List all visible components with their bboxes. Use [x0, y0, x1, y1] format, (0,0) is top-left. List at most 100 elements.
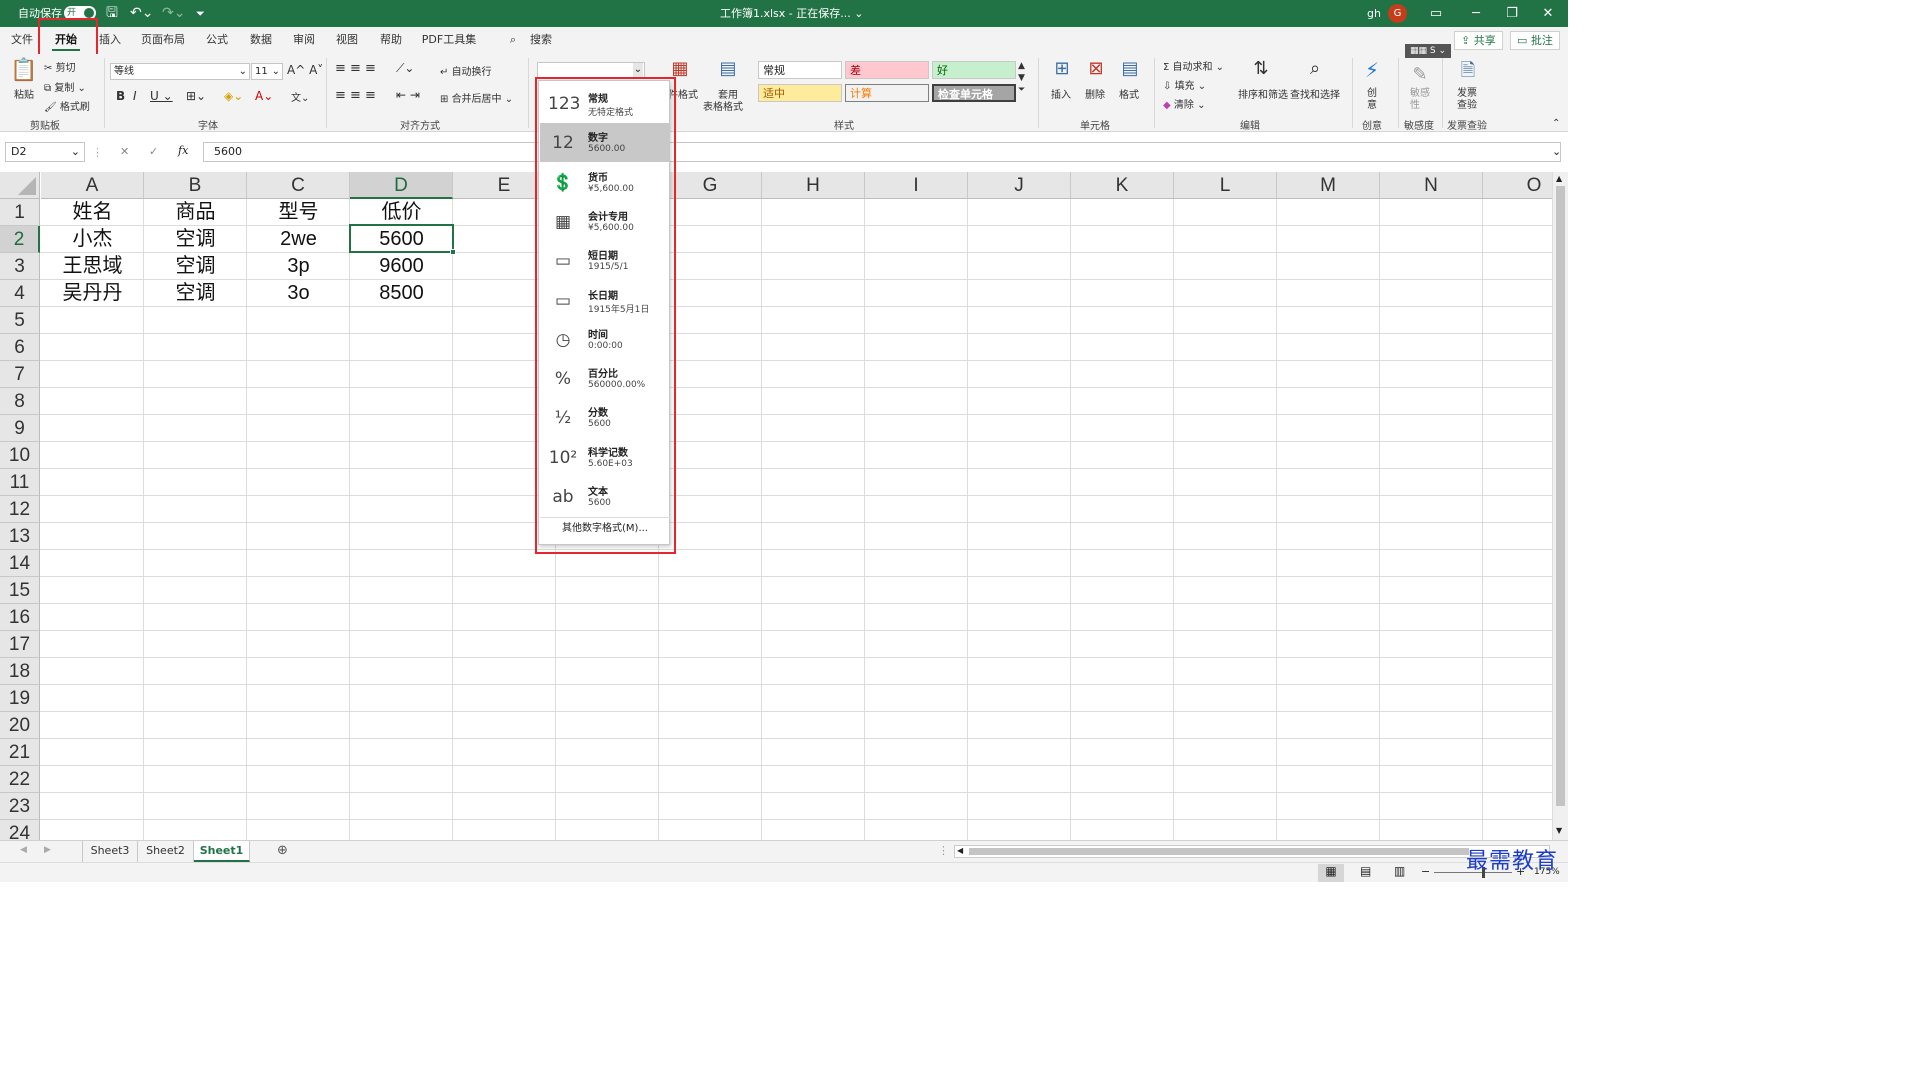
- font-size-select[interactable]: 11 ⌄: [251, 63, 283, 80]
- cell-a2[interactable]: 小杰: [41, 226, 144, 253]
- row-header-3[interactable]: 3: [0, 253, 40, 280]
- cell-c3[interactable]: 3p: [247, 253, 350, 280]
- cell-d4[interactable]: 8500: [350, 280, 453, 307]
- format-as-table-icon[interactable]: ▤: [714, 58, 742, 79]
- style-check-cell[interactable]: 检查单元格: [932, 84, 1016, 102]
- cut-button[interactable]: ✂ 剪切: [44, 59, 76, 74]
- add-sheet-icon[interactable]: ⊕: [277, 843, 288, 858]
- tab-formulas[interactable]: 公式: [200, 27, 234, 54]
- name-box[interactable]: D2 ⌄: [5, 142, 85, 162]
- cell-d3[interactable]: 9600: [350, 253, 453, 280]
- selected-cell-d2[interactable]: [349, 224, 456, 255]
- column-header-c[interactable]: C: [247, 172, 350, 199]
- clear-button[interactable]: ◆ 清除 ⌄: [1163, 96, 1205, 111]
- scroll-up-icon[interactable]: ▲: [1556, 174, 1562, 183]
- scroll-left-icon[interactable]: ◀: [957, 846, 963, 855]
- format-cells-label[interactable]: 格式: [1119, 86, 1139, 101]
- save-icon[interactable]: 🖫: [106, 0, 118, 27]
- insert-function-icon[interactable]: fx: [178, 144, 188, 157]
- scroll-down-icon[interactable]: ▼: [1556, 826, 1562, 835]
- vertical-scrollbar[interactable]: ▲ ▼: [1552, 172, 1568, 840]
- lightning-icon[interactable]: ⚡: [1360, 58, 1384, 82]
- insert-cells-icon[interactable]: ⊞: [1049, 58, 1075, 79]
- horizontal-scroll-thumb[interactable]: [969, 848, 1469, 855]
- sort-filter-icon[interactable]: ⇅: [1246, 58, 1276, 79]
- align-left-icon[interactable]: ≡ ≡ ≡: [335, 88, 376, 103]
- enter-icon[interactable]: ✓: [149, 145, 158, 158]
- cell-c2[interactable]: 2we: [247, 226, 350, 253]
- cell-a1[interactable]: 姓名: [41, 199, 144, 226]
- bold-icon[interactable]: B: [116, 89, 125, 103]
- horizontal-scrollbar[interactable]: ◀: [954, 845, 1550, 858]
- tab-review[interactable]: 审阅: [287, 27, 321, 54]
- cell-a3[interactable]: 王思域: [41, 253, 144, 280]
- file-title[interactable]: 工作簿1.xlsx - 正在保存... ⌄: [720, 0, 863, 27]
- find-select-label[interactable]: 查找和选择: [1290, 86, 1340, 101]
- expand-formula-icon[interactable]: ⌄: [1552, 145, 1561, 158]
- font-color-icon[interactable]: A⌄: [255, 89, 273, 103]
- select-all-button[interactable]: [0, 172, 40, 199]
- comments-button[interactable]: ▭ 批注: [1510, 31, 1560, 50]
- row-header-11[interactable]: 11: [0, 469, 40, 496]
- row-header-1[interactable]: 1: [0, 199, 40, 226]
- row-header-24[interactable]: 24: [0, 820, 40, 840]
- customize-toolbar-icon[interactable]: ⏷: [196, 0, 205, 27]
- normal-view-icon[interactable]: ▦: [1318, 864, 1344, 882]
- fill-handle[interactable]: [450, 249, 456, 255]
- row-header-8[interactable]: 8: [0, 388, 40, 415]
- search-label[interactable]: 搜索: [526, 27, 556, 54]
- tab-page-layout[interactable]: 页面布局: [136, 27, 190, 54]
- close-icon[interactable]: ✕: [1528, 0, 1568, 27]
- paste-label[interactable]: 粘贴: [14, 86, 34, 101]
- tab-insert[interactable]: 插入: [94, 27, 126, 54]
- formula-input[interactable]: 5600: [203, 142, 1561, 162]
- row-header-2[interactable]: 2: [0, 226, 40, 253]
- cell-c1[interactable]: 型号: [247, 199, 350, 226]
- restore-icon[interactable]: ❐: [1492, 0, 1532, 27]
- cell-b1[interactable]: 商品: [144, 199, 247, 226]
- align-top-icon[interactable]: ≡ ≡ ≡: [335, 61, 376, 76]
- tab-file[interactable]: 文件: [4, 27, 40, 54]
- style-bad[interactable]: 差: [845, 61, 929, 79]
- prev-sheet-icon[interactable]: ◀: [20, 845, 27, 855]
- spreadsheet-grid[interactable]: ABCDEFGHIJKLMNO 123456789101112131415161…: [0, 172, 1552, 840]
- wrap-text-button[interactable]: ↵ 自动换行: [440, 63, 492, 78]
- creative-label-2[interactable]: 意: [1367, 96, 1377, 111]
- sheet-tab-sheet1[interactable]: Sheet1: [194, 841, 250, 862]
- row-header-9[interactable]: 9: [0, 415, 40, 442]
- row-header-18[interactable]: 18: [0, 658, 40, 685]
- sougou-ime-icon[interactable]: ▦▦ S ⌄: [1405, 44, 1451, 58]
- tab-split-icon[interactable]: ⋮: [938, 844, 949, 857]
- row-header-19[interactable]: 19: [0, 685, 40, 712]
- row-header-4[interactable]: 4: [0, 280, 40, 307]
- row-header-20[interactable]: 20: [0, 712, 40, 739]
- row-header-17[interactable]: 17: [0, 631, 40, 658]
- row-header-7[interactable]: 7: [0, 361, 40, 388]
- format-cells-icon[interactable]: ▤: [1117, 58, 1143, 79]
- conditional-format-icon[interactable]: ▦: [668, 58, 692, 79]
- collapse-ribbon-icon[interactable]: ⌃: [1552, 118, 1560, 129]
- ribbon-display-icon[interactable]: ▭: [1416, 0, 1456, 27]
- tab-help[interactable]: 帮助: [374, 27, 408, 54]
- phonetic-icon[interactable]: 文⌄: [291, 89, 309, 104]
- column-header-b[interactable]: B: [144, 172, 247, 199]
- indent-icon[interactable]: ⇤ ⇥: [396, 88, 420, 102]
- cancel-icon[interactable]: ✕: [120, 145, 129, 158]
- paste-icon[interactable]: 📋: [10, 58, 38, 83]
- row-header-5[interactable]: 5: [0, 307, 40, 334]
- row-header-12[interactable]: 12: [0, 496, 40, 523]
- page-break-view-icon[interactable]: ▥: [1394, 864, 1405, 878]
- delete-cells-label[interactable]: 删除: [1085, 86, 1105, 101]
- cell-c4[interactable]: 3o: [247, 280, 350, 307]
- redo-icon[interactable]: ↷⌄: [162, 0, 185, 27]
- column-header-m[interactable]: M: [1277, 172, 1380, 199]
- user-name[interactable]: gh: [1367, 0, 1381, 27]
- row-header-23[interactable]: 23: [0, 793, 40, 820]
- column-header-k[interactable]: K: [1071, 172, 1174, 199]
- format-as-table-label-2[interactable]: 表格格式: [703, 98, 743, 113]
- row-header-10[interactable]: 10: [0, 442, 40, 469]
- row-header-22[interactable]: 22: [0, 766, 40, 793]
- cell-d1[interactable]: 低价: [350, 199, 453, 226]
- row-header-6[interactable]: 6: [0, 334, 40, 361]
- style-good[interactable]: 好: [932, 61, 1016, 79]
